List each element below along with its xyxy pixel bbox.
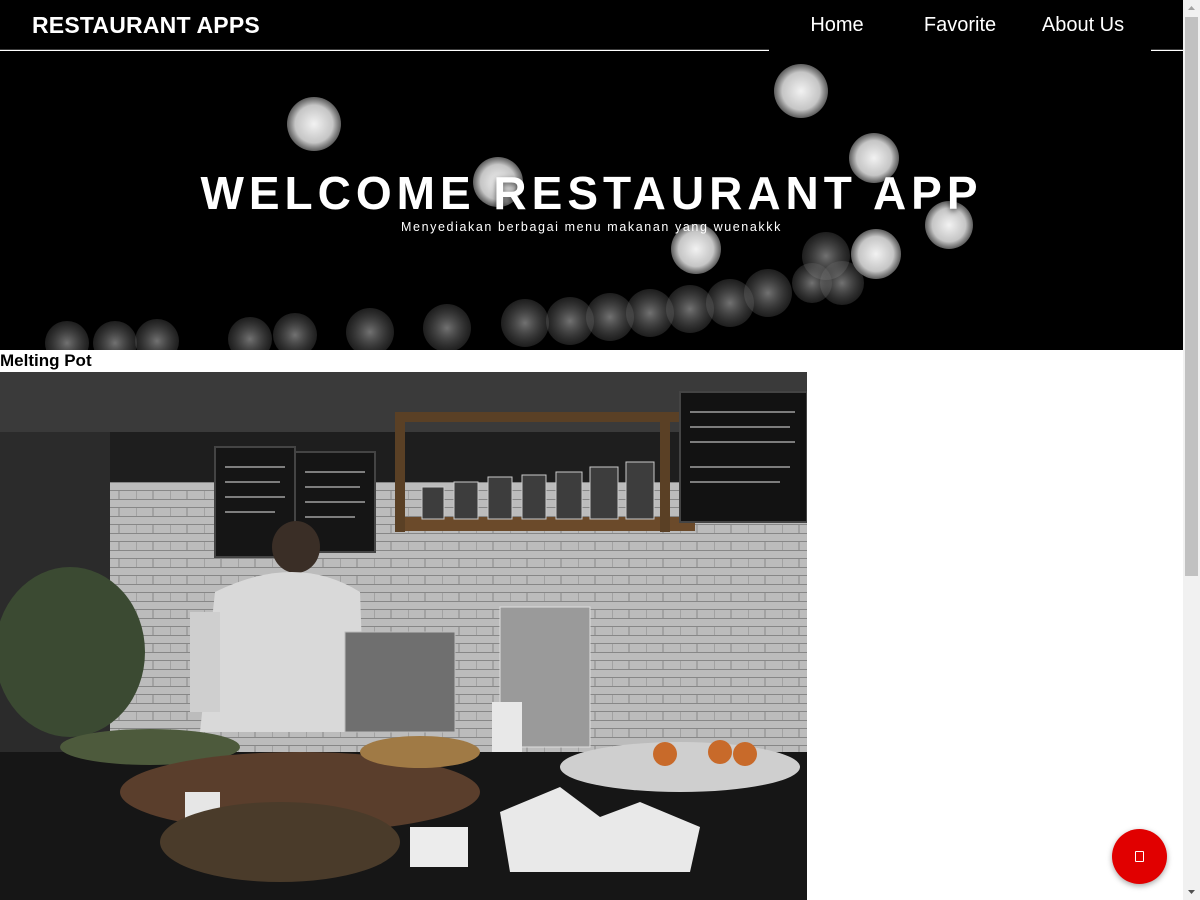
hero-banner: WELCOME RESTAURANT APP Menyediakan berba… [0, 51, 1183, 350]
page: RESTAURANT APPS Home Favorite About Us W… [0, 0, 1183, 900]
nav-about-link[interactable]: About Us [1015, 0, 1151, 37]
floating-action-button[interactable] [1112, 829, 1167, 884]
main-nav: Home Favorite About Us [769, 0, 1151, 51]
nav-home-link[interactable]: Home [769, 0, 905, 37]
hero-title: WELCOME RESTAURANT APP [200, 167, 983, 219]
scrollbar-thumb[interactable] [1185, 17, 1198, 576]
restaurant-name[interactable]: Melting Pot [0, 350, 92, 372]
scroll-down-arrow-icon[interactable] [1183, 883, 1200, 900]
restaurant-image[interactable] [0, 372, 807, 900]
copy-icon [1135, 851, 1144, 862]
hero-content: WELCOME RESTAURANT APP Menyediakan berba… [0, 51, 1183, 350]
restaurant-photo [0, 372, 807, 900]
app-header: RESTAURANT APPS Home Favorite About Us [0, 0, 1183, 51]
nav-favorite-link[interactable]: Favorite [905, 0, 1015, 37]
hero-subtitle: Menyediakan berbagai menu makanan yang w… [401, 220, 782, 234]
scroll-up-arrow-icon[interactable] [1183, 0, 1200, 17]
app-brand[interactable]: RESTAURANT APPS [32, 12, 260, 39]
vertical-scrollbar[interactable] [1183, 0, 1200, 900]
